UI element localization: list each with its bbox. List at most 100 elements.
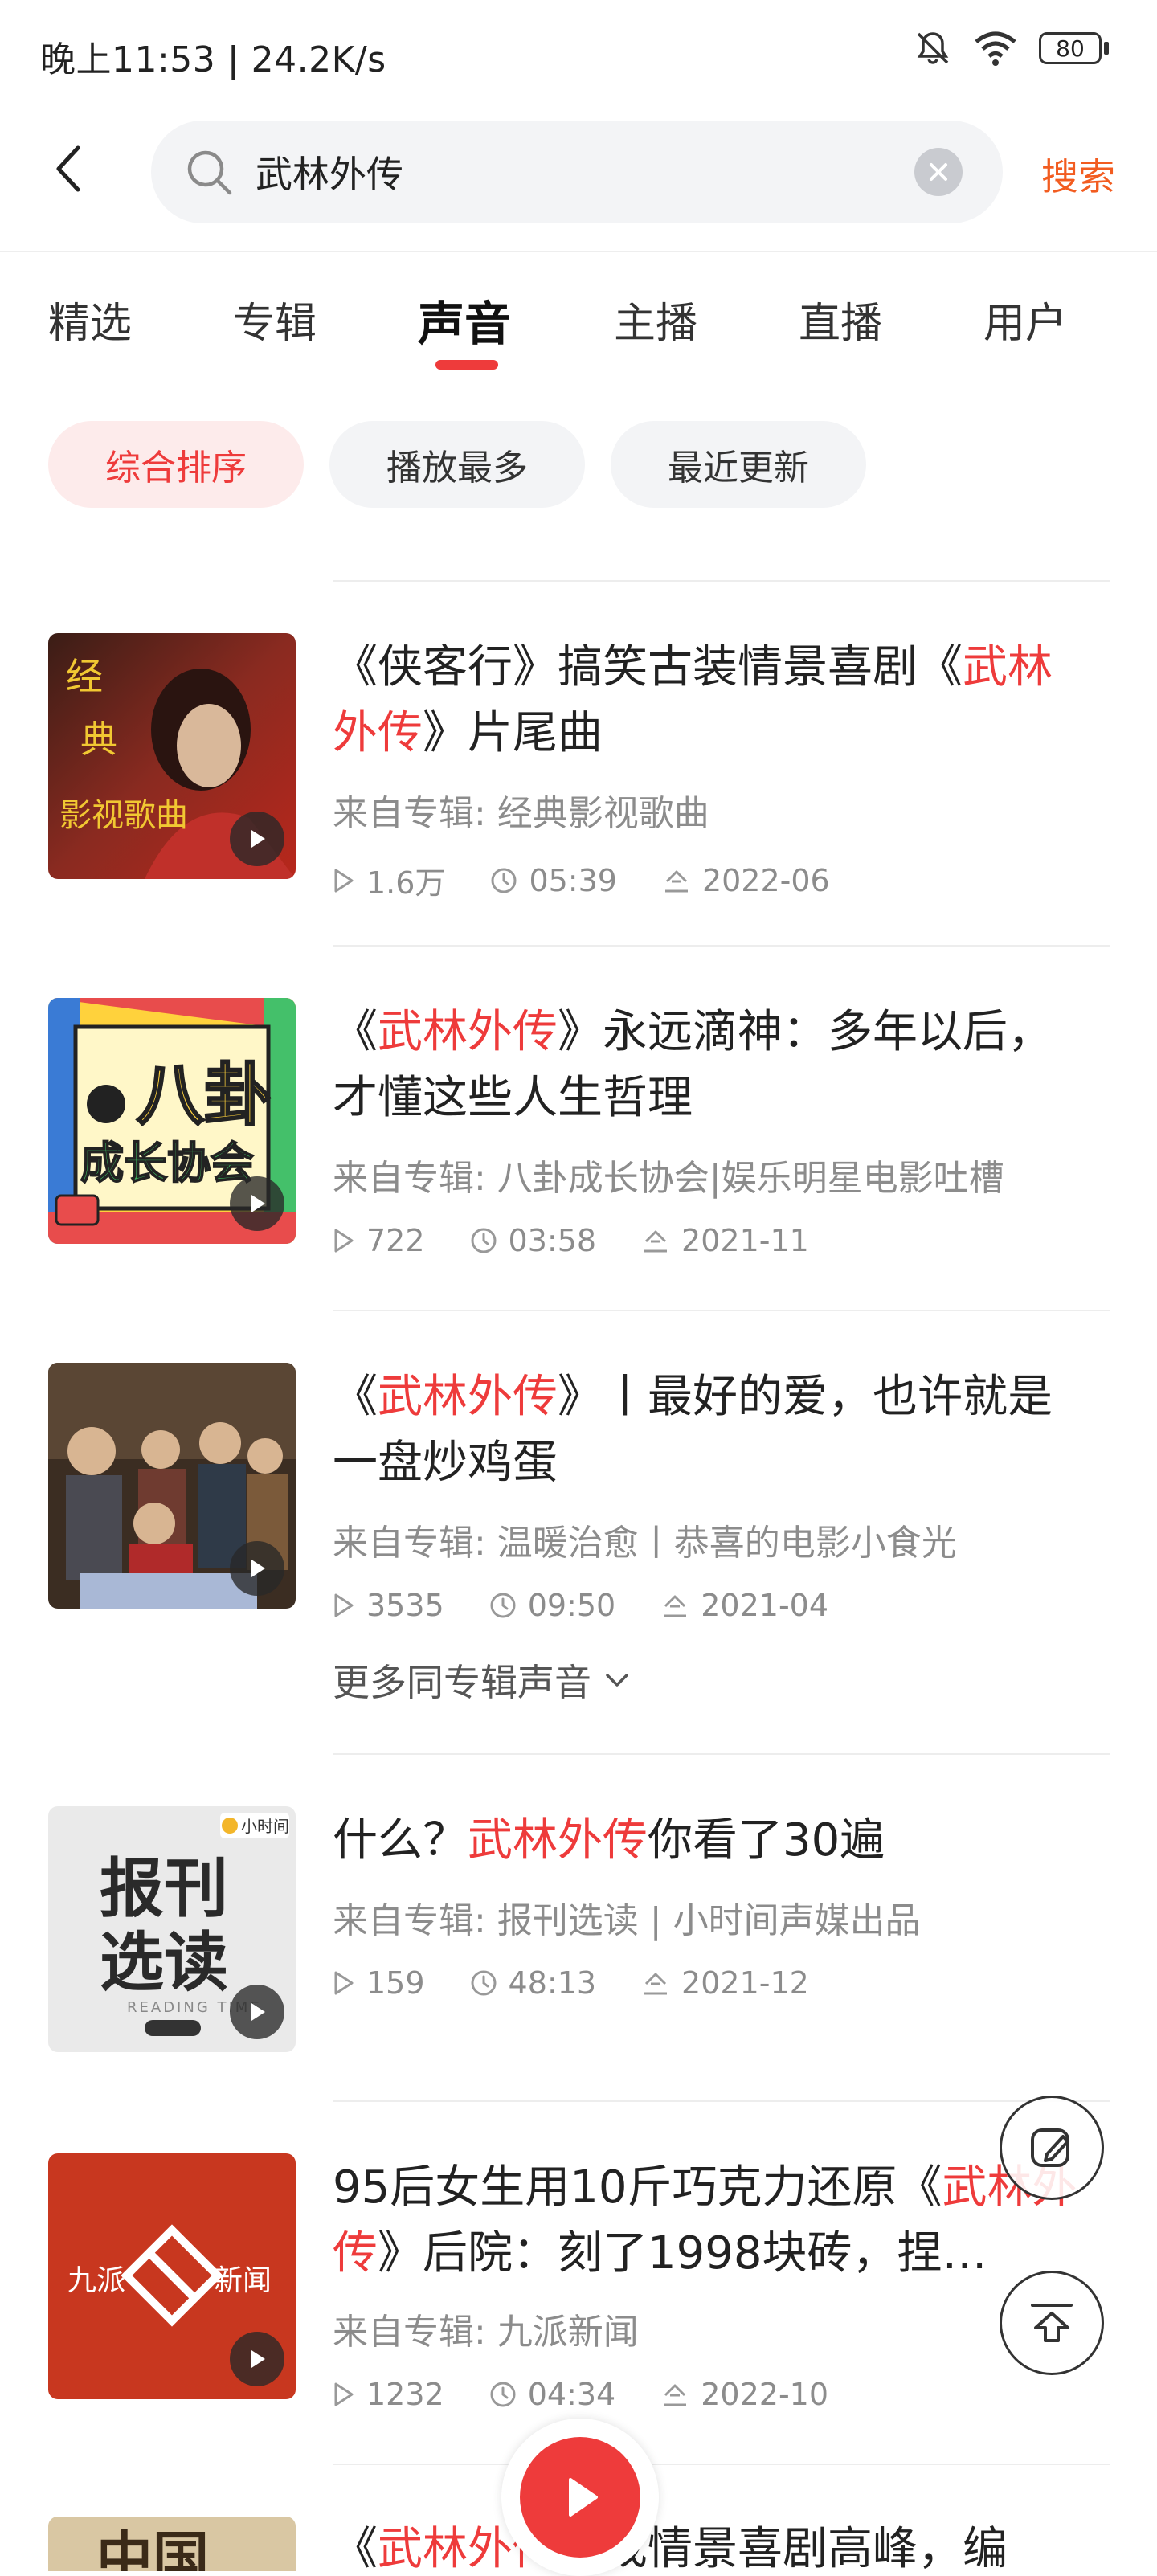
publish-date: 2022-10	[701, 2377, 829, 2412]
title-text: 95后女生用10斤巧克力还原《	[333, 2161, 942, 2214]
title-text: 《	[333, 2523, 378, 2571]
cover-text: 经	[66, 655, 103, 698]
title-text: 》片尾曲	[423, 707, 603, 759]
track-cover[interactable]: 中国	[48, 2517, 296, 2571]
track-stats: 159 48:13 2021-12	[333, 1965, 854, 2001]
track-cover[interactable]: 八卦 成长协会	[48, 998, 296, 1244]
chevron-down-icon	[606, 1674, 628, 1687]
track-cover[interactable]: 九派 新闻	[48, 2153, 296, 2399]
duration: 09:50	[527, 1588, 616, 1623]
play-count: 159	[366, 1965, 425, 2001]
cover-text: 八卦	[137, 1056, 272, 1135]
title-text: 《侠客行》搞笑古装情景喜剧《	[333, 641, 963, 693]
track-album: 来自专辑: 八卦成长协会|娱乐明星电影吐槽	[333, 1158, 1004, 1199]
cover-text: 典	[80, 718, 117, 761]
title-text: 》后院：刻了1998块砖，捏…	[378, 2227, 987, 2280]
sort-chip-most-played[interactable]: 播放最多	[329, 421, 585, 508]
cover-text: 小时间	[241, 1817, 289, 1836]
track-title[interactable]: 什么？武林外传你看了30遍	[333, 1808, 1096, 1874]
more-from-album-link[interactable]: 更多同专辑声音	[333, 1654, 630, 1707]
duration: 03:58	[508, 1223, 597, 1258]
tab-sounds[interactable]: 声音	[418, 286, 511, 354]
clock-icon	[490, 1593, 516, 1618]
play-count: 722	[366, 1223, 425, 1258]
back-button[interactable]	[40, 137, 96, 201]
cover-text: 影视歌曲	[59, 797, 188, 834]
play-icon	[230, 2332, 284, 2386]
edit-icon	[1031, 2128, 1069, 2167]
title-text: 《	[333, 1006, 378, 1058]
mini-player-play-button[interactable]	[520, 2437, 640, 2558]
track-title[interactable]: 95后女生用10斤巧克力还原《武林外传》后院：刻了1998块砖，捏…	[333, 2155, 1096, 2287]
track-stats: 1.6万 05:39 2022-06	[333, 858, 875, 902]
title-keyword: 武林外传	[468, 1814, 648, 1867]
track-stats: 3535 09:50 2021-04	[333, 1588, 873, 1623]
track-stats: 722 03:58 2021-11	[333, 1223, 854, 1258]
duration: 48:13	[508, 1965, 597, 2001]
upload-icon	[644, 1230, 668, 1253]
tab-featured[interactable]: 精选	[48, 289, 132, 350]
mute-bell-icon	[917, 32, 949, 64]
play-count: 1.6万	[366, 865, 446, 901]
track-title[interactable]: 《武林外传》丨最好的爱，也许就是一盘炒鸡蛋	[333, 1364, 1096, 1496]
search-input[interactable]	[254, 149, 868, 194]
publish-date: 2021-11	[681, 1223, 809, 1258]
cover-text: 九派	[67, 2264, 125, 2297]
title-text: 你看了30遍	[648, 1814, 885, 1867]
play-icon	[230, 1176, 284, 1231]
tab-albums[interactable]: 专辑	[233, 289, 317, 350]
mini-player	[501, 2419, 659, 2576]
list-divider	[333, 1753, 1110, 1755]
clock-icon	[490, 2382, 516, 2407]
title-keyword: 武林外传	[378, 1006, 558, 1058]
duration: 04:34	[527, 2377, 616, 2412]
list-divider	[333, 1310, 1110, 1311]
clock-icon	[471, 1970, 497, 1996]
upload-icon	[644, 1973, 668, 1995]
chevron-left-icon	[56, 145, 80, 192]
scroll-to-top-button[interactable]	[1000, 2271, 1104, 2375]
edit-button[interactable]	[1000, 2096, 1104, 2200]
play-count: 3535	[366, 1588, 444, 1623]
cover-text: 新闻	[214, 2264, 272, 2297]
header-divider	[0, 251, 1157, 252]
tab-live[interactable]: 直播	[799, 289, 882, 350]
track-cover[interactable]: 小时间 报刊 选读 READING TIME	[48, 1806, 296, 2052]
list-divider	[333, 2100, 1110, 2102]
battery-level: 80	[1039, 32, 1102, 64]
track-album: 来自专辑: 报刊选读 | 小时间声媒出品	[333, 1900, 921, 1941]
list-divider	[333, 2464, 1110, 2465]
play-icon	[569, 2478, 598, 2517]
clear-search-button[interactable]	[914, 148, 963, 196]
play-count-icon	[334, 869, 354, 892]
upload-icon	[664, 870, 688, 892]
tab-users[interactable]: 用户	[983, 289, 1067, 350]
track-cover[interactable]: 经 典 影视歌曲	[48, 633, 296, 879]
cover-text: 成长协会	[80, 1138, 254, 1188]
status-time: 晚上11:53 | 24.2K/s	[40, 39, 386, 80]
track-cover[interactable]	[48, 1363, 296, 1609]
play-count: 1232	[366, 2377, 444, 2412]
battery-icon: 80	[1039, 32, 1109, 64]
play-count-icon	[334, 1593, 354, 1617]
track-title[interactable]: 《武林外传》成情景喜剧高峰，编	[333, 2517, 1096, 2571]
sort-chip-latest[interactable]: 最近更新	[611, 421, 866, 508]
title-text: 《	[333, 1371, 378, 1423]
track-title[interactable]: 《侠客行》搞笑古装情景喜剧《武林外传》片尾曲	[333, 635, 1096, 767]
list-divider	[333, 945, 1110, 947]
tab-hosts[interactable]: 主播	[614, 289, 697, 350]
track-title[interactable]: 《武林外传》永远滴神：多年以后，才懂这些人生哲理	[333, 1000, 1096, 1131]
more-from-album-label: 更多同专辑声音	[333, 1661, 591, 1704]
cover-text: 选读	[100, 1925, 228, 2000]
play-icon	[230, 1985, 284, 2039]
track-album: 来自专辑: 九派新闻	[333, 2312, 639, 2353]
list-divider	[333, 580, 1110, 582]
track-stats: 1232 04:34 2022-10	[333, 2377, 873, 2412]
publish-date: 2021-04	[701, 1588, 829, 1623]
search-bar[interactable]	[151, 121, 1003, 223]
sort-chip-comprehensive[interactable]: 综合排序	[48, 421, 304, 508]
cover-image: 中国	[48, 2517, 296, 2571]
search-icon	[187, 150, 232, 195]
search-button[interactable]: 搜索	[1041, 148, 1115, 201]
close-icon	[930, 163, 947, 181]
